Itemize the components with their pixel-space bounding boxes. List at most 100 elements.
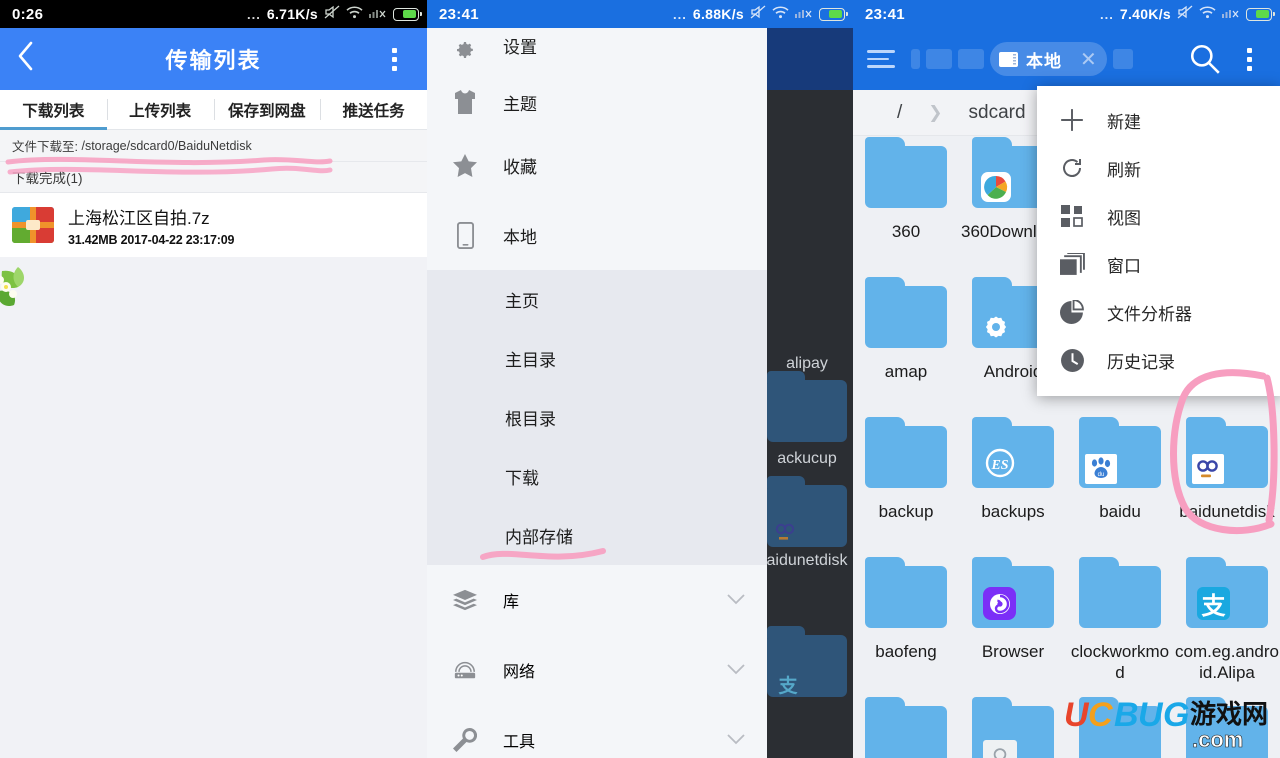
download-path-label: 文件下载至:: [12, 140, 78, 154]
folder-label: baofeng: [875, 642, 937, 661]
menu-item-new[interactable]: 新建: [1037, 96, 1280, 144]
grid-item[interactable]: ES backups: [960, 417, 1066, 522]
sidebar-subitem-root-dir[interactable]: 根目录: [427, 388, 767, 447]
hamburger-icon[interactable]: [867, 50, 895, 68]
mute-icon: [324, 5, 340, 23]
folder-label: Browser: [981, 642, 1045, 661]
sidebar-group-tools[interactable]: 工具: [427, 705, 767, 758]
grid-item[interactable]: [853, 697, 959, 758]
sidebar-item-local[interactable]: 本地: [427, 200, 767, 270]
download-complete-header: 下载完成(1): [0, 162, 427, 193]
ucbug-watermark: U C B U G 游戏网 .com: [1062, 690, 1274, 752]
grid-item[interactable]: Browser: [960, 557, 1066, 662]
dimmed-folder-icon: [767, 476, 847, 547]
chevron-down-icon[interactable]: [727, 592, 745, 609]
breadcrumb-root[interactable]: /: [897, 102, 902, 124]
star-icon: [453, 153, 477, 178]
menu-item-file-analyzer[interactable]: 文件分析器: [1037, 288, 1280, 336]
tab-strip: 本地 ✕: [911, 42, 1178, 76]
menu-item-refresh[interactable]: 刷新: [1037, 144, 1280, 192]
svg-text:.com: .com: [1192, 727, 1243, 752]
tab-label: 本地: [1026, 51, 1062, 71]
grid-view-icon: [1059, 203, 1085, 229]
tab-save-to-netdisk[interactable]: 保存到网盘: [213, 90, 321, 129]
grid-item[interactable]: baofeng: [853, 557, 959, 662]
folder-label: clockworkmod: [1070, 642, 1170, 682]
sidebar-group-network[interactable]: 网络: [427, 635, 767, 705]
folder-icon: du: [1079, 417, 1161, 488]
grid-item[interactable]: du baidu: [1067, 417, 1173, 522]
layers-icon: [453, 589, 477, 611]
sidebar-group-library[interactable]: 库: [427, 565, 767, 635]
svg-text:C: C: [1088, 696, 1113, 734]
inactive-tab[interactable]: [911, 49, 920, 69]
tab-local[interactable]: 本地 ✕: [990, 42, 1107, 76]
folder-label: backup: [878, 502, 934, 521]
folder-icon: [972, 697, 1054, 758]
baidu-paw-icon: du: [1085, 454, 1117, 484]
folder-label: baidunetdisk: [1179, 502, 1275, 521]
dimmed-folder-grid: alipay ackucup aidunetdisk 支: [767, 90, 853, 758]
grid-item[interactable]: baidunetdisk: [1174, 417, 1280, 522]
chevron-down-icon[interactable]: [727, 662, 745, 679]
overflow-menu: 新建 刷新 视图 窗口 文件分析器 历史记录: [1037, 86, 1280, 396]
breadcrumb-sdcard[interactable]: sdcard: [969, 102, 1026, 124]
grid-item[interactable]: amap: [853, 277, 959, 382]
battery-icon: [1246, 7, 1275, 21]
status-more-icon: ...: [247, 6, 261, 22]
sidebar-subitem-home[interactable]: 主页: [427, 270, 767, 329]
menu-item-view[interactable]: 视图: [1037, 192, 1280, 240]
folder-label: baidu: [1099, 502, 1141, 521]
close-icon[interactable]: ✕: [1080, 47, 1097, 72]
svg-text:du: du: [1098, 472, 1105, 478]
sidebar-subitem-internal-storage[interactable]: 内部存储: [427, 506, 767, 565]
menu-item-label: 文件分析器: [1107, 304, 1192, 324]
kebab-menu-icon[interactable]: [1232, 47, 1266, 71]
grid-item[interactable]: 360: [853, 137, 959, 242]
signal-icon: [369, 6, 387, 23]
signal-icon: [1222, 6, 1240, 23]
status-bar-2: 23:41 ... 6.88K/s: [427, 0, 853, 28]
sidebar-subitem-download[interactable]: 下载: [427, 447, 767, 506]
grid-item[interactable]: 支 com.eg.android.Alipa: [1174, 557, 1280, 683]
status-netspeed: 6.88K/s: [692, 6, 744, 22]
menu-item-label: 刷新: [1107, 160, 1141, 180]
tab-download-list[interactable]: 下载列表: [0, 90, 107, 130]
folder-icon: [865, 417, 947, 488]
inactive-tab[interactable]: [926, 49, 952, 69]
three-panel-screenshot: 0:26 ... 6.71K/s 传输列表 下载列表 上传列表 保存到网盘 推送…: [0, 0, 1280, 758]
list-item[interactable]: 上海松江区自拍.7z 31.42MB 2017-04-22 23:17:09: [0, 193, 427, 257]
tab-push-tasks[interactable]: 推送任务: [320, 90, 427, 129]
inactive-tab[interactable]: [1112, 49, 1133, 69]
clock-icon: [1059, 347, 1085, 373]
sidebar-item-theme[interactable]: 主题: [427, 60, 767, 130]
search-icon[interactable]: [1188, 42, 1222, 76]
grid-item[interactable]: clockworkmod: [1067, 557, 1173, 683]
chevron-down-icon[interactable]: [727, 732, 745, 749]
sidebar-item-favorites[interactable]: 收藏: [427, 130, 767, 200]
tab-upload-list[interactable]: 上传列表: [106, 90, 214, 129]
back-chevron-icon[interactable]: [16, 40, 50, 78]
sidebar-item-label: 设置: [503, 38, 537, 57]
dimmed-folder-icon: 支: [767, 626, 847, 697]
network-icon: [453, 660, 477, 680]
leaf-decoration-icon: [0, 267, 24, 306]
dimmed-folder-label: ackucup: [777, 450, 837, 467]
folder-label: 360: [891, 222, 921, 241]
sidebar-subitem-home-dir[interactable]: 主目录: [427, 329, 767, 388]
kebab-menu-icon[interactable]: [377, 47, 411, 71]
menu-item-history[interactable]: 历史记录: [1037, 336, 1280, 384]
wifi-icon: [346, 5, 363, 23]
status-more-icon: ...: [673, 6, 687, 22]
grid-item[interactable]: backup: [853, 417, 959, 522]
file-meta: 31.42MB 2017-04-22 23:17:09: [68, 232, 235, 247]
menu-item-window[interactable]: 窗口: [1037, 240, 1280, 288]
folder-label: backups: [981, 502, 1045, 521]
menu-item-label: 历史记录: [1107, 352, 1175, 372]
grid-item[interactable]: [960, 697, 1066, 758]
sdcard-icon: [999, 51, 1018, 67]
menu-item-label: 新建: [1107, 112, 1141, 132]
folder-icon: [865, 557, 947, 628]
sidebar-item-settings[interactable]: 设置: [427, 28, 767, 60]
inactive-tab[interactable]: [958, 49, 984, 69]
